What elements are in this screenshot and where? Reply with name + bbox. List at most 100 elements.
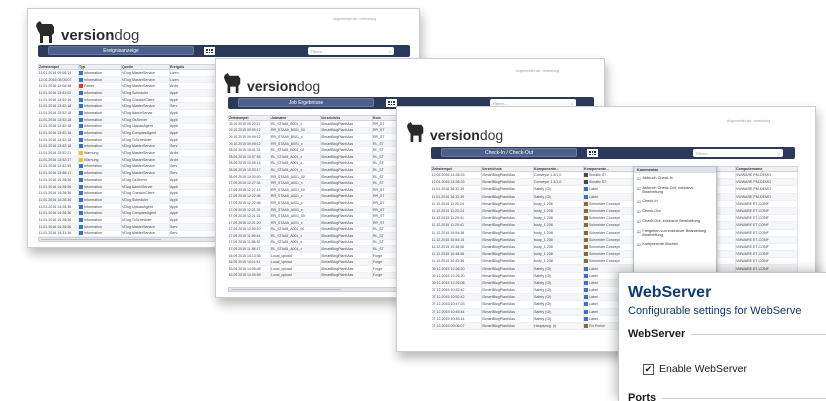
table-row[interactable]: 28.09.2015 10:03:17 RL_STAA5_A001_x \Smart… xyxy=(228,166,405,174)
checkbox-box[interactable]: ✔ xyxy=(643,363,654,375)
clear-icon[interactable]: × xyxy=(389,49,391,54)
cell-text: Conveyor 1.4/1.0 xyxy=(534,180,562,185)
table-row[interactable]: 17.09.2015 12:27:14 RR_STAA5_A001_00 \Smar… xyxy=(228,186,405,194)
table-row[interactable]: 11.12.2015 10:43:36 \SmartBlogPlant\Ass bo… xyxy=(431,257,798,266)
table-row[interactable]: 11.01.2016 09:06:14 Information VDog Maste… xyxy=(38,69,219,77)
dropdown-item[interactable]: ☑ Check-Out, exklusive Bearbeitung xyxy=(637,219,713,224)
table-row[interactable]: 17.09.2015 12:27:31 RR_STAA5_A001_x \Smart… xyxy=(228,179,405,187)
cell-text: Appli xyxy=(170,131,178,136)
clear-icon[interactable]: × xyxy=(571,101,573,106)
view-select[interactable]: Job Ergebnisse xyxy=(238,98,374,107)
table-cell: Information xyxy=(78,136,122,144)
table-row[interactable]: 11.12.2015 11:20:41 \SmartBlogPlant\Ass bo… xyxy=(431,214,798,223)
filter-checkbox-icon[interactable]: ☑ xyxy=(637,209,640,214)
grid-menu-icon[interactable] xyxy=(586,148,599,158)
table-row[interactable]: 11.01.2016 13:52:18 Information VDog TcSch… xyxy=(38,136,219,144)
table-row[interactable]: 16.09.2015 14:04:59 Local_upload \SmartBlo… xyxy=(228,272,405,280)
table-row[interactable]: 11.01.2016 14:28:36 Information VDog Check… xyxy=(38,189,219,198)
table-row[interactable]: 11.12.2015 11:20:41 \SmartBlogPlant\Ass bo… xyxy=(431,221,798,230)
table-row[interactable]: 16.09.2015 14:09:45 Local_upload \SmartBlo… xyxy=(228,265,405,273)
table-row[interactable]: 11.12.2015 10:54:38 \SmartBlogPlant\Ass bo… xyxy=(431,229,798,237)
table-row[interactable]: 11.01.2016 13:52:18 Information VDog Maste… xyxy=(38,143,219,151)
table-cell: \SmartBlogPlant\Ass xyxy=(481,308,534,316)
table-row[interactable]: 16.09.2015 14:11:41 Local_upload \SmartBlo… xyxy=(228,258,405,267)
table-row[interactable]: 17.09.2015 12:00:10 RL_STAA5_A001_00 \Smar… xyxy=(228,226,405,234)
table-row[interactable]: 17.09.2015 11:59:44 RL_STAA5_A001_x \Smart… xyxy=(228,232,405,240)
table-row[interactable]: 11.01.2016 13:52:18 Information VDog Maste… xyxy=(38,102,219,111)
table-row[interactable]: 17.09.2015 11:58:32 RL_STAA5_A001_x \Smart… xyxy=(228,239,405,247)
table-row[interactable]: 11.01.2016 16:32:39 \SmartBlogPlant\Ass Sa… xyxy=(431,185,798,194)
horizontal-scrollbar[interactable] xyxy=(228,287,404,292)
table-row[interactable]: 11.01.2016 14:28:36 Information VDog Compa… xyxy=(38,209,219,218)
filter-checkbox-icon[interactable]: ☑ xyxy=(637,186,640,194)
table-row[interactable]: 17.09.2015 12:21:20 RR_STAA5_A001_x \Smart… xyxy=(228,219,405,227)
table-row[interactable]: 11.01.2016 14:28:36 Information VDog OsSer… xyxy=(38,176,219,184)
table-cell: \SmartBlogPlant\Ass xyxy=(481,185,534,194)
table-row[interactable]: 28.09.2015 10:05:14 RL_STAA5_A001_x \Smart… xyxy=(228,160,405,168)
table-row[interactable]: 17.09.2015 12:21:31 RR_STAA5_A001_x \Smart… xyxy=(228,206,405,214)
table-row[interactable]: 11.01.2016 13:52:16 Information VDog Check… xyxy=(38,96,219,104)
dropdown-item[interactable]: ☑ Komponente löschen xyxy=(637,242,713,247)
filter-checkbox-icon[interactable]: ☑ xyxy=(637,176,640,181)
view-select[interactable]: Ereignisanzeige xyxy=(48,46,194,55)
table-row[interactable]: 09.10.2015 09:09:12 RR_STAA5_B001_x \Smart… xyxy=(228,133,405,141)
table-row[interactable]: 11.01.2016 13:52:59 Information VDog Maste… xyxy=(38,163,219,171)
table-row[interactable]: 12.01.2016 14:26:33 \SmartBlogPlant\Ass Co… xyxy=(431,178,798,187)
enable-webserver-checkbox[interactable]: ✔ Enable WebServer xyxy=(643,363,747,375)
dropdown-item[interactable]: ☑ Freigeben von exklusiver Bearbeitung Be… xyxy=(637,229,713,237)
dropdown-item[interactable]: ☑ Abbruch Check-In xyxy=(637,176,713,181)
cell-text: \SmartBlogPlant\Ass xyxy=(482,288,515,293)
table-row[interactable]: 11.01.2016 13:52:18 Information VDog Compa… xyxy=(38,129,219,137)
table-cell: 11.01.2016 13:52:18 xyxy=(38,123,79,131)
status-icon xyxy=(79,117,83,122)
table-row[interactable]: 11.01.2016 14:28:36 Information VDog Sched… xyxy=(38,196,219,204)
filter-checkbox-icon[interactable]: ☑ xyxy=(637,199,640,204)
table-row[interactable]: 17.09.2015 12:22:46 RR_STAA5_A001_x \Smart… xyxy=(228,199,405,207)
horizontal-scrollbar[interactable] xyxy=(38,237,218,242)
clear-icon[interactable]: × xyxy=(778,151,780,156)
search-input[interactable]: Filtern... × xyxy=(693,149,783,157)
table-row[interactable]: 11.01.2016 13:52:37 Warnung VDog MasterSer… xyxy=(38,156,219,164)
view-select[interactable]: Check-In / Check-Out xyxy=(441,148,577,157)
table-row[interactable]: 11.01.2016 14:28:36 Information VDog TcSch… xyxy=(38,216,219,224)
table-row[interactable]: 28.09.2015 10:07:54 RL_STAA5_A001_x \Smart… xyxy=(228,153,405,161)
filter-checkbox-icon[interactable]: ☑ xyxy=(637,229,640,237)
grid-menu-icon[interactable] xyxy=(203,46,216,56)
table-row[interactable]: 11.12.2015 10:54:15 \SmartBlogPlant\Ass bo… xyxy=(431,236,798,244)
table-row[interactable]: 11.12.2015 11:20:24 \SmartBlogPlant\Ass bo… xyxy=(431,207,798,216)
table-row[interactable]: 11.01.2016 13:52:18 Information VDog Uploa… xyxy=(38,123,219,131)
search-input[interactable]: Filtern... × xyxy=(308,47,394,55)
table-row[interactable]: 09.10.2015 09:09:12 RR_STAA5_B001_x \Smart… xyxy=(228,140,405,148)
table-row[interactable]: 11.12.2015 10:48:56 \SmartBlogPlant\Ass bo… xyxy=(431,250,798,259)
table-cell: 11.01.2016 14:28:36 xyxy=(38,183,79,191)
table-row[interactable]: 11.01.2016 14:28:36 Information VDog Admin… xyxy=(38,183,219,191)
table-row[interactable]: 17.09.2015 11:58:17 RL_STAA5_A001_x \Smart… xyxy=(228,245,405,253)
table-row[interactable]: 12.01.2016 08:05:07 Information VDog Maste… xyxy=(38,76,219,84)
table-row[interactable]: 11.01.2016 16:32:39 \SmartBlogPlant\Ass Sa… xyxy=(431,193,798,201)
status-icon xyxy=(79,211,83,216)
table-row[interactable]: 11.12.2015 11:20:24 \SmartBlogPlant\Ass bo… xyxy=(431,200,798,208)
table-row[interactable]: 28.09.2015 10:41:31 RL_STAA5_B001_00 \Smar… xyxy=(228,146,405,154)
table-row[interactable]: 28.09.2015 10:00:00 RR_STAA5_A001_00 \Smar… xyxy=(228,173,405,181)
table-row[interactable]: 11.01.2016 13:58:17 Information VDog Maste… xyxy=(38,169,219,177)
table-row[interactable]: 11.01.2016 13:52:21 Warnung VDog MasterSer… xyxy=(38,149,219,157)
dropdown-item[interactable]: ☑ Check-Out xyxy=(637,209,713,214)
table-row[interactable]: 17.09.2015 12:22:45 RR_STAA5_A001_x \Smart… xyxy=(228,193,405,201)
dropdown-item[interactable]: ☑ Check-In xyxy=(637,199,713,204)
table-row[interactable]: 12.01.2016 14:26:33 \SmartBlogPlant\Ass Co… xyxy=(431,171,798,180)
table-row[interactable]: 11.01.2016 14:28:36 Information VDog Uploa… xyxy=(38,203,219,211)
filter-checkbox-icon[interactable]: ☑ xyxy=(637,219,640,224)
table-row[interactable]: 11.01.2016 13:52:18 Information VDog Admin… xyxy=(38,109,219,117)
table-row[interactable]: 09.10.2015 09:20:11 RL_STAA5_B001_x \Smart… xyxy=(228,120,405,128)
table-row[interactable]: 09.10.2015 09:09:12 RR_STAA5_B001_00 \Smar… xyxy=(228,127,405,135)
table-row[interactable]: 11.01.2016 13:51:02 Information VDog Sched… xyxy=(38,89,219,97)
table-row[interactable]: 11.01.2016 12:06:48 Fehler VDog MasterServ… xyxy=(38,82,219,91)
table-row[interactable]: 11.01.2016 14:31:16 Information VDog Maste… xyxy=(38,230,219,238)
filter-checkbox-icon[interactable]: ☑ xyxy=(637,242,640,247)
table-row[interactable]: 17.09.2015 12:21:31 RR_STAA5_A001_00 \Smar… xyxy=(228,212,405,220)
table-row[interactable]: 11.12.2015 10:48:56 \SmartBlogPlant\Ass bo… xyxy=(431,243,798,252)
table-row[interactable]: 16.09.2015 14:13:35 Local_upload \SmartBlo… xyxy=(228,252,405,260)
table-row[interactable]: 11.01.2016 14:28:36 Information VDog Maste… xyxy=(38,223,219,231)
dropdown-item[interactable]: ☑ Abbruch Check-Out, exklusive Bearbeitun… xyxy=(637,186,713,194)
table-row[interactable]: 11.01.2016 13:52:18 Information VDog OsSer… xyxy=(38,116,219,124)
